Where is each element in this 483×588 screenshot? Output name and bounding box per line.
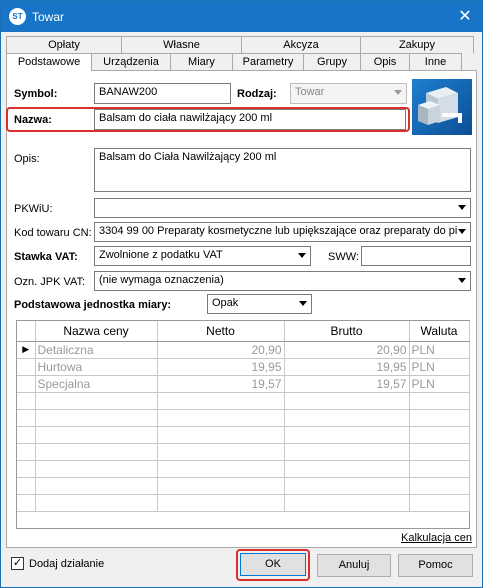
table-row[interactable]: Specjalna 19,57 19,57 PLN: [17, 375, 470, 393]
jpk-value: (nie wymaga oznaczenia): [99, 274, 224, 286]
price-name-cell[interactable]: Hurtowa: [35, 358, 158, 376]
price-netto-cell[interactable]: 20,90: [157, 341, 285, 359]
chevron-down-icon: [458, 278, 466, 283]
kod-cn-label: Kod towaru CN:: [14, 227, 92, 239]
chevron-down-icon: [299, 301, 307, 306]
opis-textarea[interactable]: Balsam do Ciała Nawilżający 200 ml: [94, 148, 471, 192]
price-waluta-cell[interactable]: PLN: [409, 375, 470, 393]
empty-row: [17, 477, 470, 495]
close-button[interactable]: ✕: [448, 1, 482, 32]
rodzaj-value: Towar: [295, 86, 325, 98]
row-indicator: [17, 375, 36, 393]
product-box-icon: [418, 87, 462, 125]
col-header-nazwa[interactable]: Nazwa ceny: [35, 321, 158, 342]
pomoc-button[interactable]: Pomoc: [398, 554, 473, 577]
price-brutto-cell[interactable]: 19,57: [284, 375, 410, 393]
kalkulacja-cen-link[interactable]: Kalkulacja cen: [401, 532, 472, 544]
jm-select[interactable]: Opak: [207, 294, 312, 314]
price-brutto-cell[interactable]: 20,90: [284, 341, 410, 359]
tab-opis[interactable]: Opis: [360, 53, 410, 70]
empty-row: [17, 409, 470, 427]
app-icon: ST: [9, 8, 26, 25]
chevron-down-icon: [394, 90, 402, 95]
vat-value: Zwolnione z podatku VAT: [99, 249, 223, 261]
price-grid[interactable]: Nazwa ceny Netto Brutto Waluta ▶ Detalic…: [16, 320, 470, 529]
price-header-row: Nazwa ceny Netto Brutto Waluta: [17, 321, 470, 342]
kod-cn-select[interactable]: 3304 99 00 Preparaty kosmetyczne lub upi…: [94, 222, 471, 242]
table-row[interactable]: ▶ Detaliczna 20,90 20,90 PLN: [17, 341, 470, 359]
vat-label: Stawka VAT:: [14, 251, 78, 263]
dodaj-dzialanie-checkbox[interactable]: ✓: [11, 557, 24, 570]
col-header-waluta[interactable]: Waluta: [409, 321, 470, 342]
tab-oplaty[interactable]: Opłaty: [6, 36, 122, 53]
window-title: Towar: [32, 10, 65, 24]
empty-row: [17, 460, 470, 478]
opis-label: Opis:: [14, 153, 40, 165]
vat-select[interactable]: Zwolnione z podatku VAT: [94, 246, 311, 266]
empty-row: [17, 443, 470, 461]
price-name-cell[interactable]: Specjalna: [35, 375, 158, 393]
jpk-select[interactable]: (nie wymaga oznaczenia): [94, 271, 471, 291]
symbol-label: Symbol:: [14, 88, 58, 100]
col-header-brutto[interactable]: Brutto: [284, 321, 410, 342]
tab-row-top: Opłaty Własne Akcyza Zakupy: [6, 36, 474, 53]
price-name-cell[interactable]: Detaliczna: [35, 341, 158, 359]
price-netto-cell[interactable]: 19,95: [157, 358, 285, 376]
product-image[interactable]: [412, 79, 472, 135]
nazwa-label: Nazwa:: [14, 114, 52, 126]
tab-inne[interactable]: Inne: [409, 53, 462, 70]
price-brutto-cell[interactable]: 19,95: [284, 358, 410, 376]
row-indicator-header: [17, 321, 36, 342]
jm-value: Opak: [212, 297, 239, 309]
table-row[interactable]: Hurtowa 19,95 19,95 PLN: [17, 358, 470, 376]
empty-row: [17, 392, 470, 410]
chevron-down-icon: [298, 253, 306, 258]
col-header-netto[interactable]: Netto: [157, 321, 285, 342]
anuluj-button[interactable]: Anuluj: [317, 554, 391, 577]
tab-parametry[interactable]: Parametry: [232, 53, 304, 70]
rodzaj-select: Towar: [290, 83, 407, 104]
pkwiu-label: PKWiU:: [14, 203, 53, 215]
tab-podstawowe[interactable]: Podstawowe: [6, 53, 92, 71]
jm-label: Podstawowa jednostka miary:: [14, 299, 172, 311]
jpk-label: Ozn. JPK VAT:: [14, 276, 86, 288]
tab-akcyza[interactable]: Akcyza: [241, 36, 361, 53]
empty-row: [17, 426, 470, 444]
price-netto-cell[interactable]: 19,57: [157, 375, 285, 393]
dodaj-dzialanie-label[interactable]: Dodaj działanie: [29, 558, 104, 570]
chevron-down-icon: [458, 205, 466, 210]
empty-row: [17, 494, 470, 512]
row-indicator: [17, 358, 36, 376]
tab-wlasne[interactable]: Własne: [121, 36, 242, 53]
tab-grupy[interactable]: Grupy: [303, 53, 361, 70]
rodzaj-label: Rodzaj:: [237, 88, 277, 100]
tab-zakupy[interactable]: Zakupy: [360, 36, 474, 53]
kod-cn-value: 3304 99 00 Preparaty kosmetyczne lub upi…: [99, 225, 458, 237]
nazwa-input[interactable]: Balsam do ciała nawilżający 200 ml: [94, 109, 406, 130]
price-waluta-cell[interactable]: PLN: [409, 358, 470, 376]
current-row-marker-icon: ▶: [17, 341, 36, 359]
ok-button[interactable]: OK: [240, 553, 306, 576]
tab-row-bottom: Podstawowe Urządzenia Miary Parametry Gr…: [6, 53, 462, 71]
tab-urzadzenia[interactable]: Urządzenia: [91, 53, 171, 70]
price-waluta-cell[interactable]: PLN: [409, 341, 470, 359]
symbol-input[interactable]: BANAW200: [94, 83, 231, 104]
dialog-window: ST Towar ✕ Opłaty Własne Akcyza Zakupy P…: [0, 0, 483, 588]
sww-input[interactable]: [361, 246, 471, 266]
pkwiu-select[interactable]: [94, 198, 471, 218]
sww-label: SWW:: [328, 251, 359, 263]
tab-miary[interactable]: Miary: [170, 53, 233, 70]
price-table: Nazwa ceny Netto Brutto Waluta ▶ Detalic…: [17, 321, 470, 512]
title-bar[interactable]: ST Towar ✕: [1, 1, 482, 32]
chevron-down-icon: [458, 229, 466, 234]
